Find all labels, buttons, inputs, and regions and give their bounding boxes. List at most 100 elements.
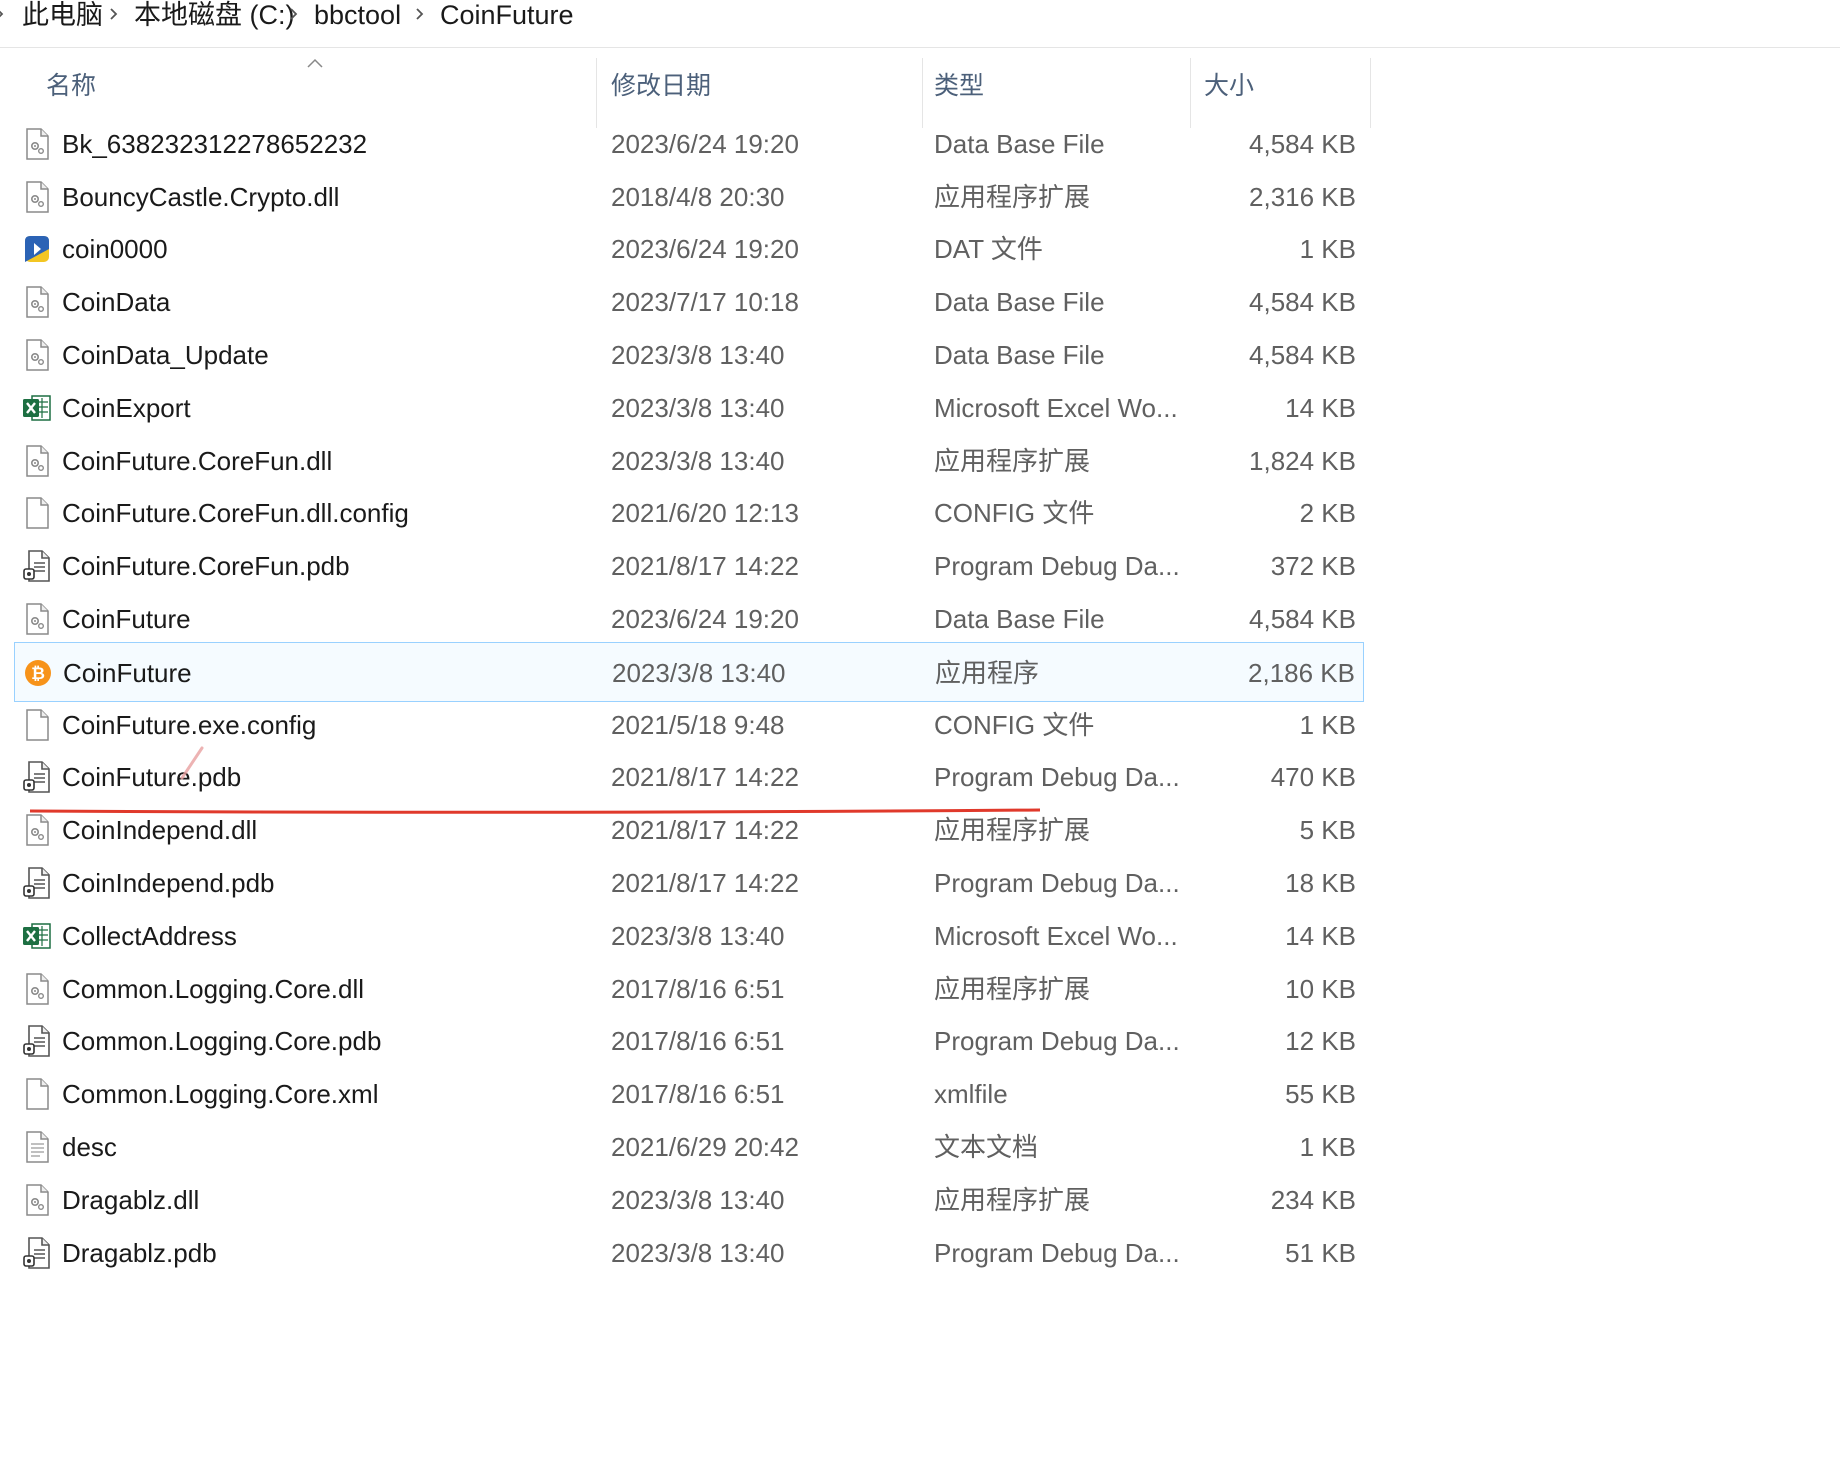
file-size: 1 KB — [1299, 709, 1356, 740]
column-header-name[interactable]: 名称 — [46, 56, 96, 112]
file-date: 2021/5/18 9:48 — [611, 709, 785, 740]
file-name: CoinFuture.CoreFun.dll.config — [62, 498, 409, 529]
file-date: 2017/8/16 6:51 — [611, 973, 785, 1004]
file-name: desc — [62, 1132, 117, 1162]
file-name: CoinData_Update — [62, 340, 269, 370]
column-header-type[interactable]: 类型 — [934, 56, 984, 112]
file-type: Data Base File — [934, 604, 1105, 634]
file-date: 2021/8/17 14:22 — [611, 551, 799, 582]
file-row-selected[interactable]: ₿ CoinFuture 2023/3/8 13:40 应用程序 2,186 KB — [14, 641, 1364, 702]
column-header-date[interactable]: 修改日期 — [611, 56, 711, 112]
file-date: 2023/6/24 19:20 — [611, 128, 799, 159]
breadcrumb: 此电脑 本地磁盘 (C:) bbctool CoinFuture — [0, 0, 1840, 48]
file-row[interactable]: CollectAddress 2023/3/8 13:40 Microsoft Ex… — [14, 906, 1364, 966]
file-date: 2021/8/17 14:22 — [611, 762, 799, 793]
file-size: 1 KB — [1299, 234, 1356, 265]
file-name: Dragablz.dll — [62, 1184, 200, 1215]
pdb-file-icon — [22, 867, 52, 899]
file-type: Microsoft Excel Wo... — [934, 920, 1178, 951]
file-name: CollectAddress — [62, 920, 237, 951]
file-row[interactable]: CoinExport 2023/3/8 13:40 Microsoft Excel … — [14, 378, 1364, 438]
file-date: 2021/6/29 20:42 — [611, 1132, 799, 1162]
file-size: 234 KB — [1270, 1184, 1356, 1215]
file-row[interactable]: Common.Logging.Core.pdb 2017/8/16 6:51 Pro… — [14, 1011, 1364, 1071]
file-row[interactable]: Dragablz.pdb 2023/3/8 13:40 Program Debug … — [14, 1223, 1364, 1283]
file-row[interactable]: coin0000 2023/6/24 19:20 DAT 文件 1 KB — [14, 219, 1364, 279]
file-date: 2021/8/17 14:22 — [611, 868, 799, 898]
file-type: 文本文档 — [934, 1132, 1039, 1162]
file-row[interactable]: CoinData 2023/7/17 10:18 Data Base File 4,5… — [14, 272, 1364, 332]
file-row[interactable]: CoinFuture.CoreFun.dll.config 2021/6/20 1… — [14, 483, 1364, 543]
file-row[interactable]: desc 2021/6/29 20:42 文本文档 1 KB — [14, 1117, 1364, 1177]
file-row[interactable]: Common.Logging.Core.xml 2017/8/16 6:51 xml… — [14, 1064, 1364, 1124]
breadcrumb-item-coinfuture[interactable]: CoinFuture — [440, 0, 574, 30]
file-size: 4,584 KB — [1249, 340, 1356, 370]
file-date: 2021/6/20 12:13 — [611, 498, 799, 529]
dll-file-icon — [22, 444, 52, 477]
file-date: 2023/7/17 10:18 — [611, 287, 799, 318]
file-size: 372 KB — [1270, 551, 1356, 582]
file-row[interactable]: BouncyCastle.Crypto.dll 2018/4/8 20:30 应用程… — [14, 167, 1364, 227]
file-row[interactable]: CoinIndepend.pdb 2021/8/17 14:22 Program D… — [14, 853, 1364, 913]
breadcrumb-item-this-pc[interactable]: 此电脑 — [22, 0, 103, 30]
breadcrumb-item-local-disk[interactable]: 本地磁盘 (C:) — [134, 0, 294, 30]
file-name: CoinFuture.CoreFun.pdb — [62, 551, 350, 582]
file-size: 1 KB — [1299, 1132, 1356, 1162]
file-size: 14 KB — [1285, 392, 1356, 423]
file-row[interactable]: Bk_638232312278652232 2023/6/24 19:20 Data… — [14, 114, 1364, 174]
file-size: 55 KB — [1285, 1079, 1356, 1110]
file-type: Program Debug Da... — [934, 868, 1180, 898]
text-file-icon — [22, 1131, 52, 1163]
file-date: 2023/3/8 13:40 — [611, 445, 785, 476]
blank-file-icon — [22, 708, 52, 741]
excel-file-icon — [22, 392, 52, 424]
column-header-size[interactable]: 大小 — [1204, 56, 1254, 112]
file-name: CoinFuture.CoreFun.dll — [62, 445, 333, 476]
file-size: 14 KB — [1285, 920, 1356, 951]
file-type: Data Base File — [934, 340, 1105, 370]
db-file-icon — [22, 339, 52, 371]
file-date: 2018/4/8 20:30 — [611, 181, 785, 212]
chevron-right-icon[interactable] — [410, 4, 430, 24]
file-type: 应用程序扩展 — [934, 445, 1091, 476]
file-list: Bk_6380820517104239262022/12/9 17:52Data… — [0, 112, 1840, 1474]
file-size: 4,584 KB — [1249, 128, 1356, 159]
file-name: CoinFuture — [62, 604, 191, 634]
file-row[interactable]: CoinFuture.CoreFun.pdb 2021/8/17 14:22 Pro… — [14, 536, 1364, 596]
chevron-right-icon[interactable] — [0, 4, 10, 24]
file-type: 应用程序扩展 — [934, 1184, 1091, 1215]
file-size: 2,316 KB — [1249, 181, 1356, 212]
file-row[interactable]: CoinFuture.pdb 2021/8/17 14:22 Program Deb… — [14, 747, 1364, 807]
chevron-right-icon[interactable] — [284, 4, 304, 24]
file-date: 2017/8/16 6:51 — [611, 1079, 785, 1110]
file-row[interactable]: Common.Logging.Core.dll 2017/8/16 6:51 应用程… — [14, 959, 1364, 1019]
file-type: Data Base File — [934, 287, 1105, 318]
pdb-file-icon — [22, 1236, 52, 1269]
excel-file-icon — [22, 920, 52, 952]
db-file-icon — [22, 603, 52, 635]
file-type: Program Debug Da... — [934, 762, 1180, 793]
file-date: 2023/3/8 13:40 — [611, 392, 785, 423]
file-name: BouncyCastle.Crypto.dll — [62, 181, 340, 212]
file-row[interactable]: CoinFuture 2023/6/24 19:20 Data Base File 4… — [14, 589, 1364, 649]
db-file-icon — [22, 286, 52, 318]
file-type: xmlfile — [934, 1079, 1008, 1110]
file-type: 应用程序扩展 — [934, 181, 1091, 212]
file-size: 1,824 KB — [1249, 445, 1356, 476]
breadcrumb-item-bbctool[interactable]: bbctool — [314, 0, 401, 30]
file-size: 470 KB — [1270, 762, 1356, 793]
file-name: CoinData — [62, 287, 171, 318]
dll-file-icon — [22, 972, 52, 1005]
file-name: CoinFuture.pdb — [62, 762, 242, 793]
svg-text:₿: ₿ — [31, 664, 45, 684]
dll-file-icon — [22, 1184, 52, 1216]
file-name: Common.Logging.Core.xml — [62, 1079, 379, 1110]
sort-ascending-icon — [307, 58, 323, 68]
file-row[interactable]: Dragablz.dll 2023/3/8 13:40 应用程序扩展 234 KB — [14, 1170, 1364, 1230]
chevron-right-icon[interactable] — [104, 4, 124, 24]
file-row[interactable]: CoinFuture.CoreFun.dll 2023/3/8 13:40 应用程序… — [14, 431, 1364, 491]
file-row[interactable]: CoinFuture.exe.config 2021/5/18 9:48 CONFI… — [14, 695, 1364, 755]
file-type: CONFIG 文件 — [934, 709, 1095, 740]
column-header: 名称 修改日期 类型 大小 — [0, 56, 1840, 128]
file-row[interactable]: CoinData_Update 2023/3/8 13:40 Data Base F… — [14, 325, 1364, 385]
